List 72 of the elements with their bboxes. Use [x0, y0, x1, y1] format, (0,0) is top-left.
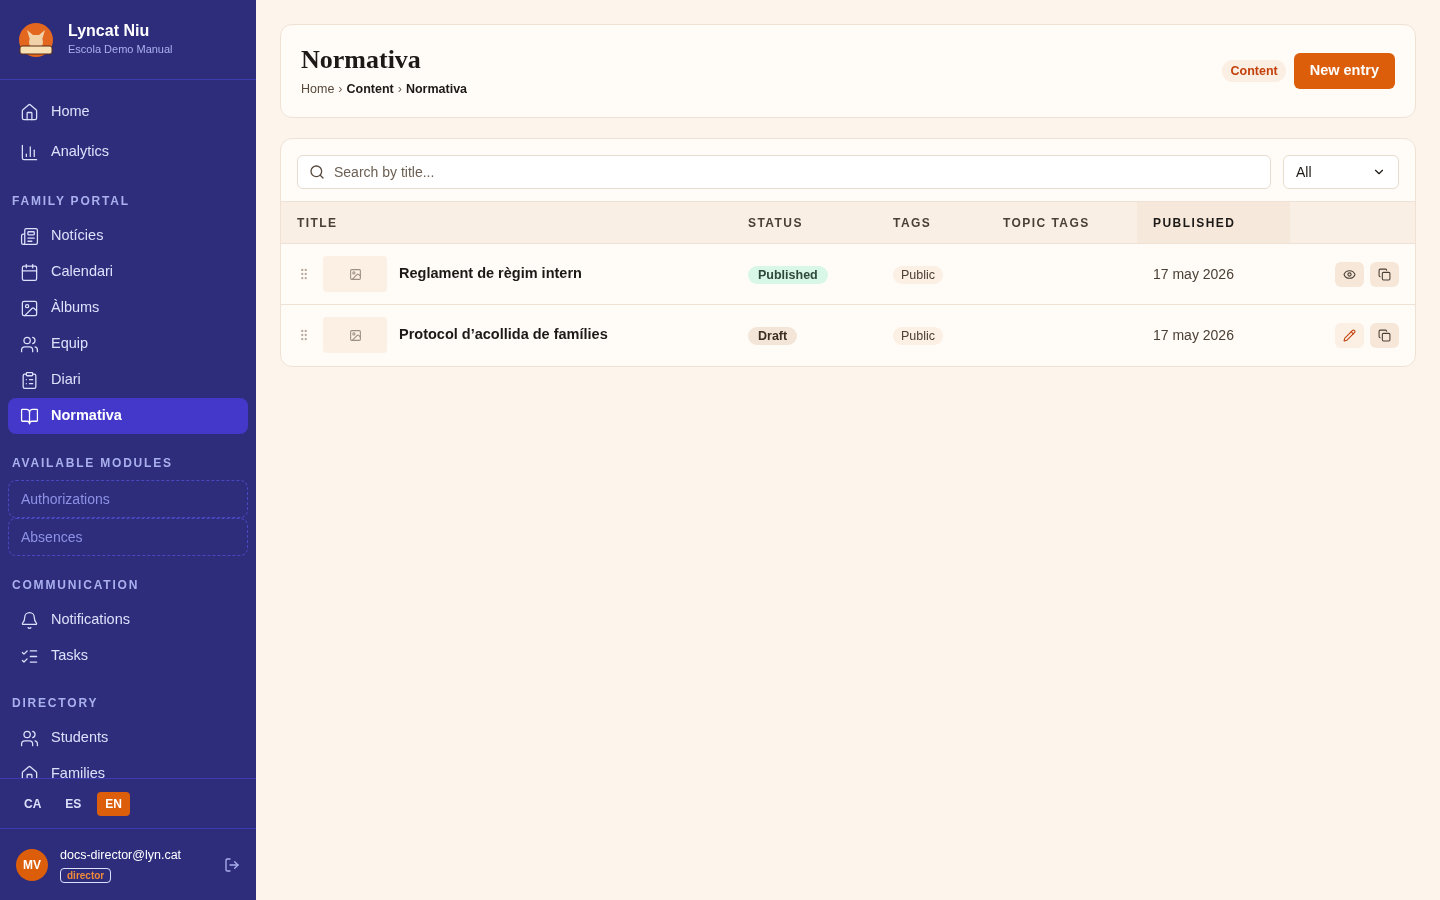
- calendar-icon: [20, 262, 39, 282]
- status-filter-dropdown[interactable]: All: [1283, 155, 1399, 189]
- pencil-icon: [1343, 328, 1356, 342]
- section-heading: AVAILABLE MODULES: [11, 455, 174, 472]
- column-header[interactable]: PUBLISHED: [1137, 201, 1290, 244]
- clipboard-icon: [20, 370, 39, 390]
- breadcrumb-link[interactable]: Home: [301, 79, 335, 99]
- breadcrumb-link[interactable]: Normativa: [405, 79, 468, 99]
- nav-item[interactable]: Normativa: [8, 398, 248, 434]
- nav-item[interactable]: Equip: [8, 326, 248, 362]
- column-header[interactable]: TAGS: [877, 201, 987, 244]
- new-entry-button[interactable]: New entry: [1293, 53, 1395, 89]
- section-heading: COMMUNICATION: [11, 577, 141, 594]
- copy-icon: [1378, 328, 1391, 342]
- nav-item[interactable]: Notícies: [8, 218, 248, 254]
- published-date: 17 may 2026: [1153, 266, 1234, 282]
- image-icon: [348, 328, 362, 342]
- user-email: docs-director@lyn.cat: [60, 846, 182, 864]
- section-badge: Content: [1222, 59, 1286, 83]
- tag-chip: Public: [893, 327, 944, 346]
- status-badge: Draft: [748, 327, 798, 346]
- role-badge: director: [60, 868, 112, 884]
- home-icon: [20, 102, 39, 122]
- people-icon: [20, 728, 39, 748]
- nav-item[interactable]: Home: [8, 92, 248, 132]
- section-heading: FAMILY PORTAL: [11, 193, 131, 210]
- nav-item[interactable]: Notifications: [8, 602, 248, 638]
- school-name: Escola Demo Manual: [68, 42, 173, 58]
- duplicate-button[interactable]: [1370, 322, 1399, 348]
- bell-icon: [20, 610, 39, 630]
- nav-item[interactable]: Tasks: [8, 638, 248, 674]
- book-icon: [20, 406, 39, 426]
- breadcrumb-separator: ›: [397, 80, 402, 98]
- duplicate-button[interactable]: [1370, 261, 1399, 287]
- column-header[interactable]: TOPIC TAGS: [987, 201, 1137, 244]
- user-avatar: MV: [16, 848, 48, 881]
- breadcrumb-separator: ›: [338, 80, 343, 98]
- nav-item[interactable]: Diari: [8, 362, 248, 398]
- tag-chip: Public: [893, 266, 944, 284]
- status-badge: Published: [748, 266, 828, 284]
- section-heading: DIRECTORY: [11, 695, 100, 712]
- logout-button[interactable]: [224, 856, 240, 873]
- language-button[interactable]: EN: [97, 791, 131, 816]
- edit-button[interactable]: [1335, 322, 1364, 348]
- nav-item[interactable]: Calendari: [8, 254, 248, 290]
- brand-name: Lyncat Niu: [68, 21, 151, 42]
- search-field[interactable]: Search by title...: [297, 155, 1271, 189]
- breadcrumb-link[interactable]: Content: [346, 79, 394, 99]
- newspaper-icon: [20, 226, 39, 246]
- module-item[interactable]: Absences: [8, 518, 248, 556]
- nav-item[interactable]: Àlbums: [8, 290, 248, 326]
- nav-item[interactable]: Analytics: [8, 132, 248, 172]
- bar-chart-icon: [20, 142, 39, 162]
- eye-icon: [1343, 267, 1356, 281]
- published-date: 17 may 2026: [1153, 327, 1234, 344]
- image-icon: [348, 267, 362, 281]
- page-title: Normativa: [301, 43, 422, 76]
- search-icon: [309, 164, 325, 180]
- people-icon: [20, 334, 39, 354]
- column-header[interactable]: STATUS: [732, 201, 877, 244]
- image-icon: [20, 298, 39, 318]
- house-icon: [20, 764, 39, 778]
- nav-item[interactable]: Families: [8, 756, 248, 778]
- nav-item[interactable]: Students: [8, 720, 248, 756]
- view-button[interactable]: [1335, 261, 1364, 287]
- language-button[interactable]: CA: [16, 791, 50, 816]
- entry-title[interactable]: Reglament de règim intern: [399, 263, 582, 285]
- entry-title[interactable]: Protocol d’acollida de famílies: [399, 324, 608, 347]
- column-header[interactable]: TITLE: [281, 201, 732, 244]
- copy-icon: [1378, 267, 1391, 281]
- language-button[interactable]: ES: [57, 791, 90, 816]
- module-item[interactable]: Authorizations: [8, 480, 248, 518]
